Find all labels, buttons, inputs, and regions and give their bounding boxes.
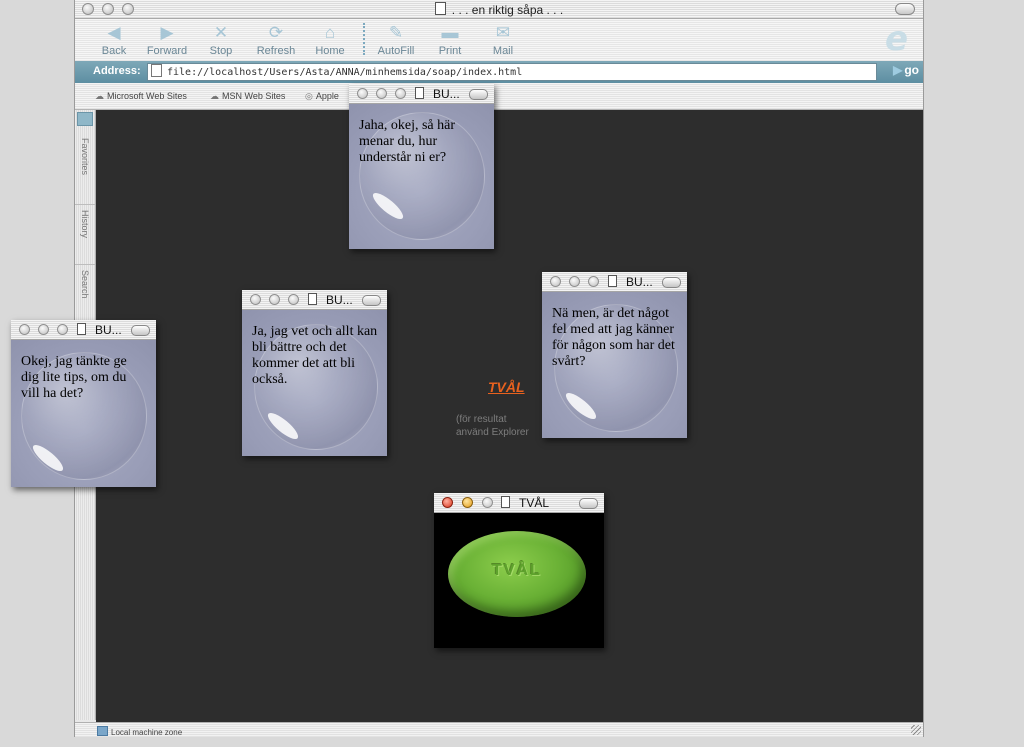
popup-title-bar[interactable]: BU... [542, 272, 687, 292]
popup-title: BU... [326, 293, 353, 307]
page-icon [151, 64, 162, 77]
document-icon [415, 87, 424, 99]
favorite-msn[interactable]: ☁ MSN Web Sites [210, 91, 285, 102]
address-bar: Address: file://localhost/Users/Asta/ANN… [75, 61, 923, 83]
window-title: . . . en riktig såpa . . . [75, 2, 923, 17]
favorites-bar: ☁ Microsoft Web Sites ☁ MSN Web Sites ◎ App… [75, 83, 923, 110]
home-icon: ⌂ [324, 23, 336, 42]
autofill-pen-icon: ✎ [388, 23, 404, 42]
bubble-image: Jaha, okej, så här menar du, hur underst… [349, 104, 494, 249]
go-button[interactable]: ▶ go [877, 63, 919, 79]
popup-title: BU... [95, 323, 122, 337]
popup-title: BU... [433, 87, 460, 101]
popup-close-button[interactable] [19, 324, 30, 335]
address-label: Address: [93, 65, 141, 77]
popup-title-bar[interactable]: BU... [349, 84, 494, 104]
popup-zoom-button[interactable] [57, 324, 68, 335]
autofill-button[interactable]: ✎ AutoFill [366, 23, 426, 57]
popup-minimize-button[interactable] [269, 294, 280, 305]
popup-message: Nä men, är det något fel med att jag kän… [552, 306, 675, 369]
home-button[interactable]: ⌂ Home [300, 23, 360, 57]
popup-toolbar-toggle[interactable] [362, 295, 381, 306]
popup-title-bar[interactable]: BU... [11, 320, 156, 340]
soap-window[interactable]: TVÅL TVÅL [434, 493, 604, 648]
zone-icon [97, 726, 108, 736]
toolbar: ◀ Back ▶ Forward ✕ Stop ⟳ Refresh ⌂ Home ✎ Aut… [75, 19, 923, 62]
popup-title-bar[interactable]: BU... [242, 290, 387, 310]
minimize-button[interactable] [462, 497, 473, 508]
bubble-image: Okej, jag tänkte ge dig lite tips, om du… [11, 340, 156, 487]
zone-label: Local machine zone [111, 728, 183, 737]
toolbar-separator [363, 23, 365, 55]
popup-window-4[interactable]: BU... Okej, jag tänkte ge dig lite tips,… [11, 320, 156, 487]
document-icon [308, 293, 317, 305]
popup-toolbar-toggle[interactable] [469, 89, 488, 100]
document-icon [77, 323, 86, 335]
forward-arrow-icon: ▶ [160, 23, 174, 42]
popup-message: Ja, jag vet och allt kan bli bättre och … [252, 324, 378, 387]
bubble-image: Ja, jag vet och allt kan bli bättre och … [242, 310, 387, 456]
go-arrow-icon: ▶ [893, 63, 903, 77]
document-icon [501, 496, 510, 508]
popup-message: Jaha, okej, så här menar du, hur underst… [359, 118, 456, 165]
toolbar-toggle-button[interactable] [579, 498, 598, 509]
soap-engraving: TVÅL [492, 562, 542, 579]
close-button[interactable] [442, 497, 453, 508]
popup-minimize-button[interactable] [38, 324, 49, 335]
favorite-apple[interactable]: ◎ Apple [305, 91, 339, 102]
popup-window-2[interactable]: BU... Ja, jag vet och allt kan bli bättr… [242, 290, 387, 456]
popup-minimize-button[interactable] [376, 88, 387, 99]
popup-window-3[interactable]: BU... Nä men, är det något fel med att j… [542, 272, 687, 438]
popup-close-button[interactable] [357, 88, 368, 99]
address-field[interactable]: file://localhost/Users/Asta/ANNA/minhems… [147, 63, 877, 81]
popup-minimize-button[interactable] [569, 276, 580, 287]
toolbar-toggle-button[interactable] [895, 3, 915, 15]
popup-zoom-button[interactable] [288, 294, 299, 305]
hint-text: (för resultat använd Explorer [456, 414, 529, 438]
tab-history[interactable]: History [75, 206, 95, 265]
popup-toolbar-toggle[interactable] [662, 277, 681, 288]
tab-favorites[interactable]: Favorites [75, 134, 95, 205]
stop-x-icon: ✕ [213, 23, 229, 42]
back-button[interactable]: ◀ Back [84, 23, 144, 57]
tab-search[interactable]: Search [75, 266, 95, 326]
popup-message: Okej, jag tänkte ge dig lite tips, om du… [21, 354, 127, 401]
print-button[interactable]: ▬ Print [420, 23, 480, 57]
refresh-icon: ⟳ [268, 23, 284, 42]
popup-window-1[interactable]: BU... Jaha, okej, så här menar du, hur u… [349, 84, 494, 249]
title-bar[interactable]: . . . en riktig såpa . . . [75, 0, 923, 19]
soap-image: TVÅL [434, 513, 604, 648]
popup-zoom-button[interactable] [395, 88, 406, 99]
back-arrow-icon: ◀ [107, 23, 121, 42]
cloud-icon: ☁ [210, 91, 219, 101]
stop-button[interactable]: ✕ Stop [191, 23, 251, 57]
document-icon [434, 2, 446, 15]
popup-toolbar-toggle[interactable] [131, 325, 150, 336]
apple-icon: ◎ [305, 91, 313, 101]
resize-grip[interactable] [911, 725, 921, 735]
refresh-button[interactable]: ⟳ Refresh [246, 23, 306, 57]
soap-window-title: TVÅL [519, 496, 550, 510]
favorite-microsoft[interactable]: ☁ Microsoft Web Sites [95, 91, 187, 102]
forward-button[interactable]: ▶ Forward [137, 23, 197, 57]
zoom-button[interactable] [482, 497, 493, 508]
popup-close-button[interactable] [550, 276, 561, 287]
soap-window-title-bar[interactable]: TVÅL [434, 493, 604, 513]
status-bar: Local machine zone [75, 722, 923, 737]
explorer-logo-icon: e [885, 19, 909, 59]
mail-envelope-icon: ✉ [495, 23, 511, 42]
mail-button[interactable]: ✉ Mail [473, 23, 533, 57]
popup-zoom-button[interactable] [588, 276, 599, 287]
document-icon [608, 275, 617, 287]
tval-link[interactable]: TVÅL [488, 379, 525, 395]
cloud-icon: ☁ [95, 91, 104, 101]
explorer-bar-toggle[interactable] [77, 112, 93, 126]
green-soap-bar: TVÅL [448, 531, 586, 617]
bubble-image: Nä men, är det något fel med att jag kän… [542, 292, 687, 438]
popup-title: BU... [626, 275, 653, 289]
popup-close-button[interactable] [250, 294, 261, 305]
printer-icon: ▬ [441, 23, 459, 42]
